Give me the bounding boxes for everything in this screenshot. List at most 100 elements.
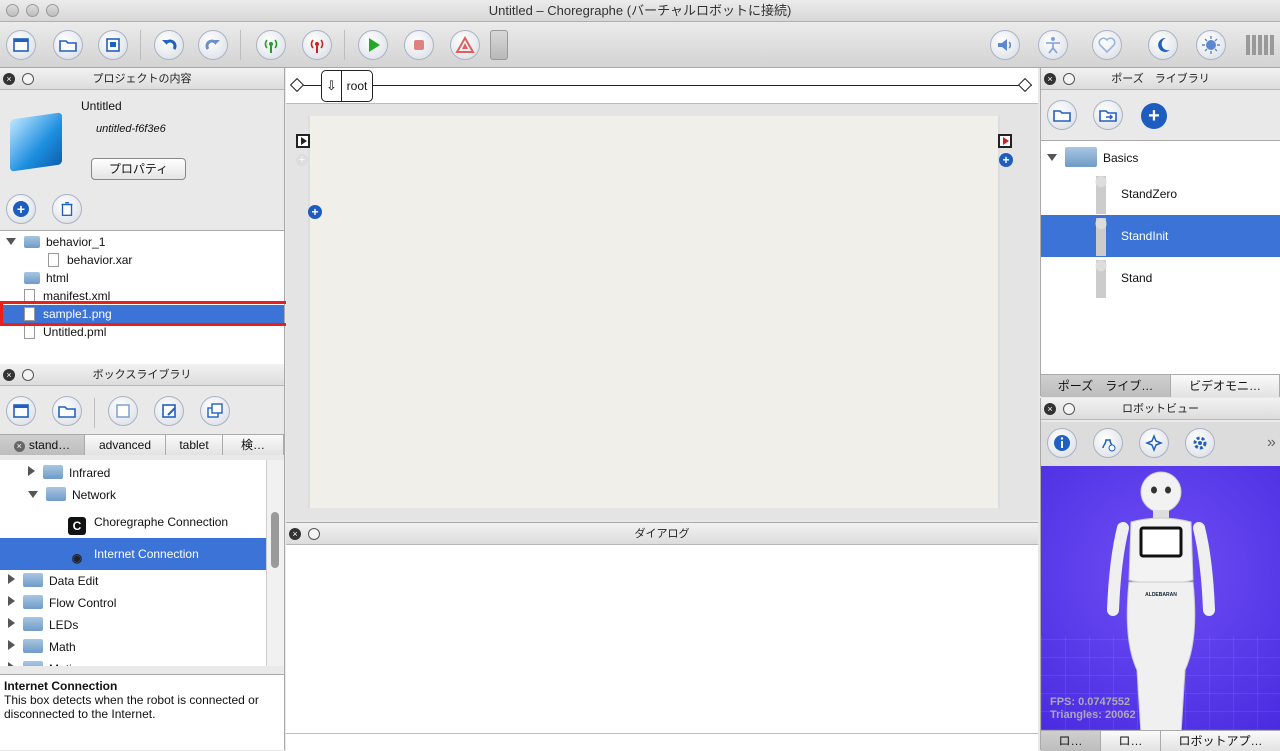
timeline-end-marker[interactable] bbox=[1017, 77, 1033, 93]
box-row-1[interactable]: Network bbox=[0, 484, 266, 506]
close-panel-icon[interactable]: × bbox=[289, 528, 301, 540]
expand-arrow-icon[interactable] bbox=[8, 618, 15, 628]
close-panel-icon[interactable]: × bbox=[1044, 403, 1056, 415]
collapse-arrow-icon[interactable] bbox=[28, 491, 38, 498]
box-row-7[interactable]: Math bbox=[0, 636, 266, 658]
float-panel-icon[interactable] bbox=[1063, 73, 1075, 85]
breadcrumb-root[interactable]: ⇩ root bbox=[321, 70, 373, 102]
open-box-library-icon[interactable] bbox=[52, 396, 82, 426]
pose-label: StandZero bbox=[1121, 187, 1178, 201]
box-row-5[interactable]: Flow Control bbox=[0, 592, 266, 614]
flow-canvas[interactable] bbox=[308, 116, 1000, 508]
file-label: behavior_1 bbox=[46, 235, 106, 249]
expand-arrow-icon[interactable] bbox=[8, 596, 15, 606]
posture-icon[interactable] bbox=[1038, 30, 1068, 60]
file-row-0[interactable]: behavior_1 bbox=[0, 233, 284, 251]
robot-view-tabs: ロ… ロ… ロボットアプ… bbox=[1041, 730, 1280, 751]
redo-icon[interactable] bbox=[198, 30, 228, 60]
add-input-icon[interactable]: + bbox=[296, 154, 308, 166]
zoom-window-button[interactable] bbox=[46, 4, 59, 17]
new-box-icon[interactable] bbox=[6, 396, 36, 426]
timeline-start-marker[interactable] bbox=[289, 77, 305, 93]
file-row-5[interactable]: Untitled.pml bbox=[0, 323, 284, 341]
float-panel-icon[interactable] bbox=[22, 73, 34, 85]
pose-item-0[interactable]: StandZero bbox=[1041, 173, 1280, 215]
box-row-3[interactable]: ◉ Internet Connection bbox=[0, 538, 266, 570]
pose-item-2[interactable]: Stand bbox=[1041, 257, 1280, 299]
expand-arrow-icon[interactable] bbox=[8, 662, 15, 666]
save-box-icon[interactable] bbox=[108, 396, 138, 426]
dialog-log-area[interactable] bbox=[286, 547, 1038, 732]
tab-robot-view[interactable]: ロ… bbox=[1041, 731, 1101, 751]
box-row-0[interactable]: Infrared bbox=[0, 462, 266, 484]
settings-gear-icon[interactable] bbox=[1185, 428, 1215, 458]
collision-mode-icon[interactable] bbox=[1139, 428, 1169, 458]
tab-advanced[interactable]: advanced bbox=[85, 435, 166, 455]
file-row-3[interactable]: manifest.xml bbox=[0, 287, 284, 305]
tab-robot-2[interactable]: ロ… bbox=[1101, 731, 1161, 751]
file-row-4[interactable]: sample1.png bbox=[0, 305, 284, 323]
add-pose-icon[interactable]: + bbox=[1141, 103, 1167, 129]
float-panel-icon[interactable] bbox=[22, 369, 34, 381]
close-panel-icon[interactable]: × bbox=[3, 369, 15, 381]
volume-slider-handle[interactable] bbox=[490, 30, 508, 60]
close-panel-icon[interactable]: × bbox=[1044, 73, 1056, 85]
stop-icon[interactable] bbox=[404, 30, 434, 60]
pose-folder-basics[interactable]: Basics bbox=[1047, 147, 1138, 167]
alert-icon[interactable] bbox=[450, 30, 480, 60]
pose-item-1[interactable]: StandInit bbox=[1041, 215, 1280, 257]
main-toolbar bbox=[0, 22, 1280, 68]
add-file-icon[interactable]: + bbox=[6, 194, 36, 224]
file-row-1[interactable]: behavior.xar bbox=[0, 251, 284, 269]
undo-icon[interactable] bbox=[154, 30, 184, 60]
close-window-button[interactable] bbox=[6, 4, 19, 17]
flow-end-output[interactable] bbox=[998, 134, 1012, 148]
delete-file-icon[interactable] bbox=[52, 194, 82, 224]
box-row-6[interactable]: LEDs bbox=[0, 614, 266, 636]
save-project-icon[interactable] bbox=[98, 30, 128, 60]
robot-3d-viewport[interactable]: ALDEBARAN FPS: 0.0747552 Triangles: 2006… bbox=[1041, 466, 1280, 730]
open-project-icon[interactable] bbox=[53, 30, 83, 60]
tab-standard[interactable]: × stand… bbox=[0, 435, 85, 455]
more-tools-button[interactable]: » bbox=[1267, 434, 1276, 452]
file-row-2[interactable]: html bbox=[0, 269, 284, 287]
edit-box-icon[interactable] bbox=[154, 396, 184, 426]
close-panel-icon[interactable]: × bbox=[3, 73, 15, 85]
expand-arrow-icon[interactable] bbox=[1047, 154, 1057, 161]
new-project-icon[interactable] bbox=[6, 30, 36, 60]
expand-arrow-icon[interactable] bbox=[6, 238, 16, 245]
box-row-4[interactable]: Data Edit bbox=[0, 570, 266, 592]
properties-button[interactable]: プロパティ bbox=[91, 158, 186, 180]
flow-start-input[interactable] bbox=[296, 134, 310, 148]
play-icon[interactable] bbox=[358, 30, 388, 60]
box-row-2[interactable]: C Choregraphe Connection bbox=[0, 506, 266, 538]
rest-moon-icon[interactable] bbox=[1148, 30, 1178, 60]
dialog-input[interactable] bbox=[286, 733, 1038, 751]
expand-arrow-icon[interactable] bbox=[8, 640, 15, 650]
tab-tablet[interactable]: tablet bbox=[166, 435, 223, 455]
expand-arrow-icon[interactable] bbox=[28, 466, 35, 476]
tab-video-monitor[interactable]: ビデオモニ… bbox=[1171, 375, 1280, 397]
tab-robot-apps[interactable]: ロボットアプ… bbox=[1161, 731, 1280, 751]
expand-arrow-icon[interactable] bbox=[8, 574, 15, 584]
box-tree-scrollbar[interactable] bbox=[266, 460, 284, 666]
export-pose-icon[interactable] bbox=[1093, 100, 1123, 130]
tab-pose-library[interactable]: ポーズ ライブ… bbox=[1041, 375, 1171, 397]
float-panel-icon[interactable] bbox=[308, 528, 320, 540]
float-panel-icon[interactable] bbox=[1063, 403, 1075, 415]
tab-search[interactable]: 検… bbox=[223, 435, 284, 455]
open-pose-library-icon[interactable] bbox=[1047, 100, 1077, 130]
info-icon[interactable] bbox=[1047, 428, 1077, 458]
animation-mode-icon[interactable] bbox=[1093, 428, 1123, 458]
add-output-icon[interactable]: + bbox=[999, 153, 1013, 167]
disconnect-icon[interactable] bbox=[302, 30, 332, 60]
speaker-icon[interactable] bbox=[990, 30, 1020, 60]
add-parameter-icon[interactable]: + bbox=[308, 205, 322, 219]
heart-icon[interactable] bbox=[1092, 30, 1122, 60]
multi-box-icon[interactable] bbox=[200, 396, 230, 426]
box-row-8[interactable]: Motions bbox=[0, 658, 266, 666]
connect-icon[interactable] bbox=[256, 30, 286, 60]
minimize-window-button[interactable] bbox=[26, 4, 39, 17]
wakeup-sun-icon[interactable] bbox=[1196, 30, 1226, 60]
scrollbar-thumb[interactable] bbox=[271, 512, 279, 568]
